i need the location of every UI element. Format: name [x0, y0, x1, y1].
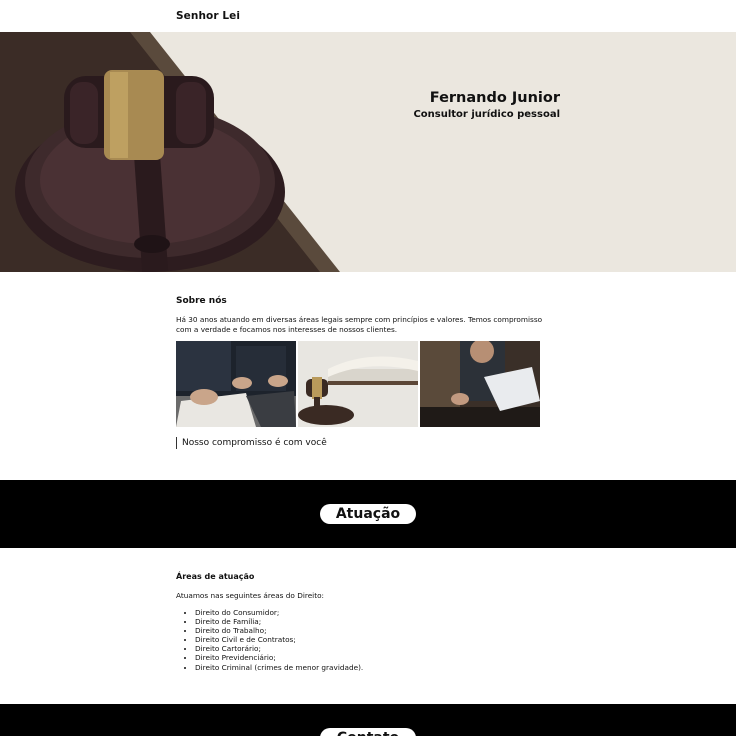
list-item: Direito Civil e de Contratos;: [195, 635, 363, 644]
about-title: Sobre nós: [176, 296, 227, 306]
list-item: Direito Cartorário;: [195, 644, 363, 653]
areas-section: Áreas de atuação Atuamos nas seguintes á…: [0, 548, 736, 704]
photo-book-and-gavel: [298, 341, 418, 427]
hero-banner: Fernando Junior Consultor jurídico pesso…: [0, 32, 736, 272]
commitment-caption: Nosso compromisso é com você: [176, 437, 327, 449]
list-item: Direito Criminal (crimes de menor gravid…: [195, 663, 363, 672]
atuacao-section-band: Atuação: [0, 480, 736, 548]
list-item: Direito do Consumidor;: [195, 608, 363, 617]
list-item: Direito Previdenciário;: [195, 653, 363, 662]
top-navbar: Senhor Lei: [0, 0, 736, 32]
photo-signing-documents: [176, 341, 296, 427]
areas-intro: Atuamos nas seguintes áreas do Direito:: [176, 591, 324, 600]
next-section-heading: Contato: [320, 728, 416, 736]
photo-reading-document: [420, 341, 540, 427]
about-text: Há 30 anos atuando em diversas áreas leg…: [176, 315, 543, 334]
list-item: Direito de Família;: [195, 617, 363, 626]
about-section: Sobre nós Há 30 anos atuando em diversas…: [0, 272, 736, 480]
list-item: Direito do Trabalho;: [195, 626, 363, 635]
hero-name: Fernando Junior: [429, 90, 560, 106]
atuacao-heading: Atuação: [320, 504, 416, 524]
gavel-hero-image: [0, 32, 736, 272]
site-logo[interactable]: Senhor Lei: [176, 10, 240, 22]
next-section-band: Contato: [0, 704, 736, 736]
areas-list: Direito do Consumidor; Direito de Famíli…: [176, 608, 363, 672]
areas-title: Áreas de atuação: [176, 572, 255, 581]
hero-role: Consultor jurídico pessoal: [413, 109, 560, 120]
